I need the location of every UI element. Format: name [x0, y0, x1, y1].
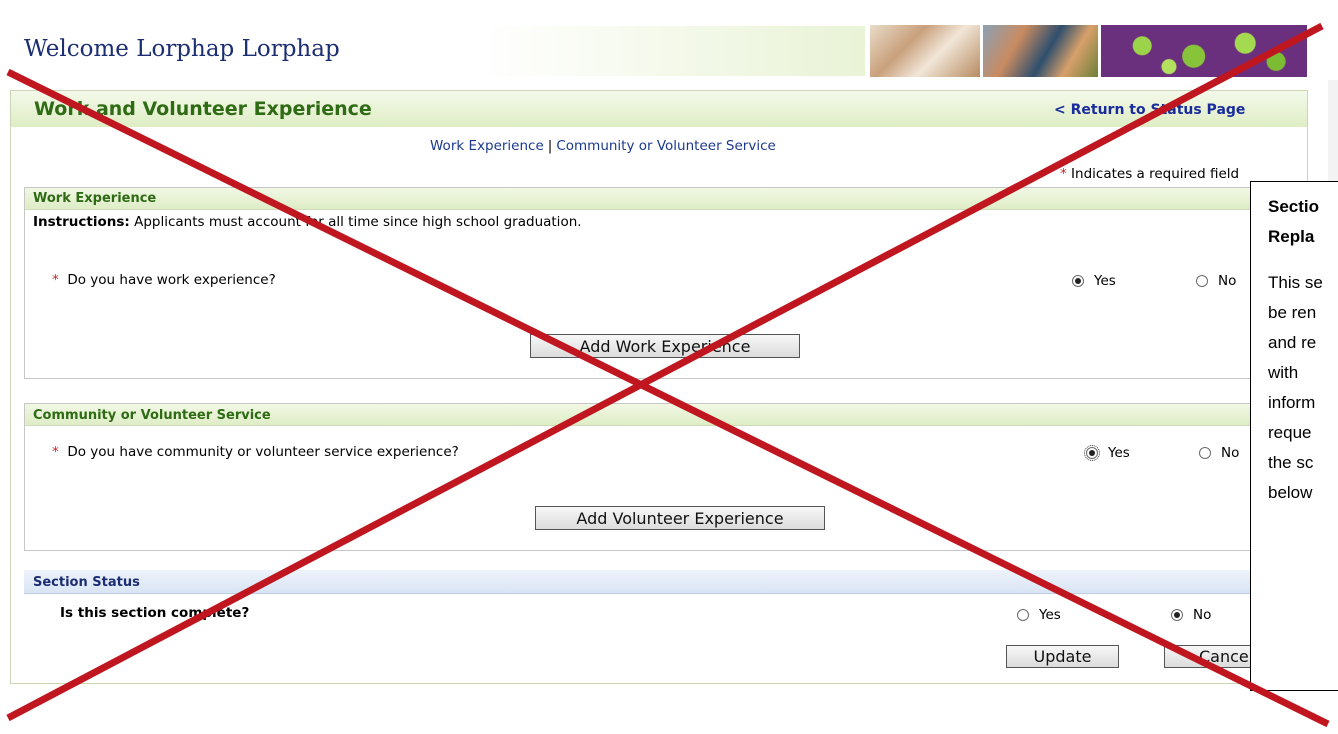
work-experience-title: Work Experience	[33, 191, 157, 206]
note-title-line: Repla	[1268, 227, 1315, 246]
required-star-icon: *	[52, 444, 59, 460]
page-title: Work and Volunteer Experience	[34, 98, 372, 120]
section-nav: Work Experience | Community or Volunteer S…	[430, 138, 776, 154]
complete-yes-radio[interactable]: Yes	[1017, 607, 1061, 623]
note-title-line: Sectio	[1268, 197, 1320, 216]
note-body: This se be ren and re with inform reque …	[1268, 268, 1338, 508]
note-body-line: the sc	[1268, 453, 1314, 472]
nav-volunteer-link[interactable]: Community or Volunteer Service	[556, 138, 775, 154]
add-work-experience-button[interactable]: Add Work Experience	[530, 334, 800, 358]
radio-empty-icon[interactable]	[1199, 447, 1211, 459]
required-star-icon: *	[1060, 166, 1067, 182]
work-experience-header	[25, 188, 1315, 210]
header-photo-strip	[870, 25, 1310, 77]
note-body-line: be ren	[1268, 303, 1317, 322]
note-body-line: with	[1268, 363, 1299, 382]
section-status-header	[24, 570, 1316, 594]
nav-work-experience-link[interactable]: Work Experience	[430, 138, 544, 154]
instructions: Instructions: Applicants must account fo…	[33, 214, 582, 230]
note-title: Sectio Repla	[1268, 192, 1338, 252]
bacteria-photo	[1101, 25, 1307, 77]
nav-separator: |	[547, 138, 553, 154]
update-button[interactable]: Update	[1006, 645, 1119, 668]
complete-no-label: No	[1193, 607, 1212, 623]
radio-empty-icon[interactable]	[1196, 275, 1208, 287]
work-question-text: Do you have work experience?	[67, 272, 276, 288]
required-star-icon: *	[52, 272, 59, 288]
instructions-label: Instructions:	[33, 214, 130, 230]
return-to-status-link[interactable]: < Return to Status Page	[1054, 102, 1245, 118]
required-note-text: Indicates a required field	[1071, 166, 1240, 182]
radio-selected-icon[interactable]	[1072, 275, 1084, 287]
note-body-line: inform	[1268, 393, 1316, 412]
complete-no-radio[interactable]: No	[1171, 607, 1211, 623]
volunteer-question: * Do you have community or volunteer ser…	[52, 444, 459, 460]
welcome-text: Welcome Lorphap Lorphap	[24, 36, 340, 62]
volunteer-no-radio[interactable]: No	[1199, 445, 1239, 461]
note-body-line: and re	[1268, 333, 1317, 352]
work-yes-label: Yes	[1094, 273, 1116, 289]
section-complete-question: Is this section complete?	[60, 605, 250, 621]
radio-selected-icon[interactable]	[1084, 445, 1100, 461]
work-question: * Do you have work experience?	[52, 272, 276, 288]
radio-selected-icon[interactable]	[1171, 609, 1183, 621]
note-body-line: below	[1268, 483, 1313, 502]
instructions-text: Applicants must account for all time sin…	[134, 214, 582, 230]
work-yes-radio[interactable]: Yes	[1072, 273, 1116, 289]
add-volunteer-experience-button[interactable]: Add Volunteer Experience	[535, 506, 825, 530]
volunteer-no-label: No	[1221, 445, 1240, 461]
volunteer-question-text: Do you have community or volunteer servi…	[67, 444, 459, 460]
work-no-label: No	[1218, 273, 1237, 289]
replacement-note-box: Sectio Repla This se be ren and re with …	[1250, 181, 1338, 691]
volunteer-yes-radio[interactable]: Yes	[1084, 445, 1130, 461]
required-field-note: * Indicates a required field	[1060, 166, 1239, 182]
note-body-line: This se	[1268, 273, 1323, 292]
volunteer-title: Community or Volunteer Service	[33, 408, 271, 423]
radio-empty-icon[interactable]	[1017, 609, 1029, 621]
section-status-title: Section Status	[33, 575, 140, 590]
note-body-line: reque	[1268, 423, 1312, 442]
work-no-radio[interactable]: No	[1196, 273, 1236, 289]
volunteer-yes-label: Yes	[1108, 445, 1130, 461]
mosquito-photo	[870, 25, 980, 77]
complete-yes-label: Yes	[1039, 607, 1061, 623]
people-photo	[983, 25, 1098, 77]
